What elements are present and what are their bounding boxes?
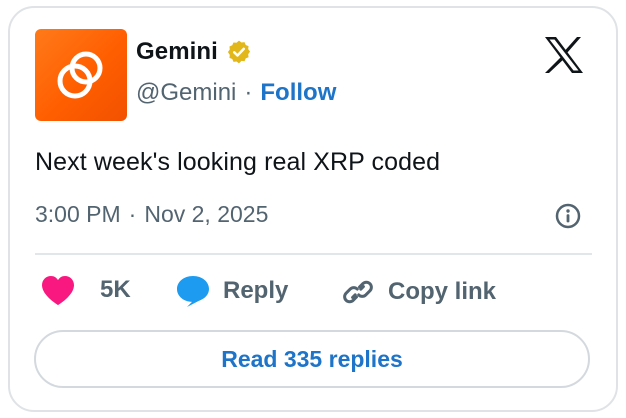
tweet-time: 3:00 PM	[35, 201, 121, 227]
copy-link-label: Copy link	[388, 278, 497, 305]
tweet-date: Nov 2, 2025	[144, 201, 269, 227]
read-replies-button[interactable]: Read 335 replies	[34, 330, 590, 388]
tweet-text: Next week's looking real XRP coded	[35, 148, 441, 176]
like-count: 5K	[100, 276, 131, 303]
reply-button[interactable]: Reply	[175, 274, 288, 308]
separator-dot: ·	[244, 79, 253, 106]
heart-icon	[42, 276, 74, 305]
author-handle-row: @Gemini · Follow	[136, 79, 336, 107]
reply-label: Reply	[223, 277, 289, 304]
link-icon	[343, 280, 373, 304]
x-logo-icon[interactable]	[544, 36, 584, 74]
author-name-row: Gemini	[136, 38, 252, 66]
author-name[interactable]: Gemini	[136, 38, 218, 66]
author-handle[interactable]: @Gemini	[136, 79, 236, 107]
like-button[interactable]: 5K	[40, 274, 131, 306]
divider	[35, 253, 592, 255]
tweet-card: Gemini @Gemini · Follow Next week's look…	[8, 6, 618, 412]
tweet-actions: 5K Reply Copy link	[35, 274, 595, 314]
verified-badge-icon	[227, 40, 251, 64]
timestamp-separator: ·	[128, 201, 137, 227]
speech-bubble-icon	[177, 276, 209, 307]
follow-link[interactable]: Follow	[260, 79, 336, 107]
copy-link-button[interactable]: Copy link	[340, 274, 496, 310]
tweet-timestamp[interactable]: 3:00 PM · Nov 2, 2025	[35, 201, 268, 228]
info-icon[interactable]	[554, 202, 582, 230]
gemini-logo-icon	[57, 51, 103, 99]
avatar[interactable]	[35, 29, 127, 121]
